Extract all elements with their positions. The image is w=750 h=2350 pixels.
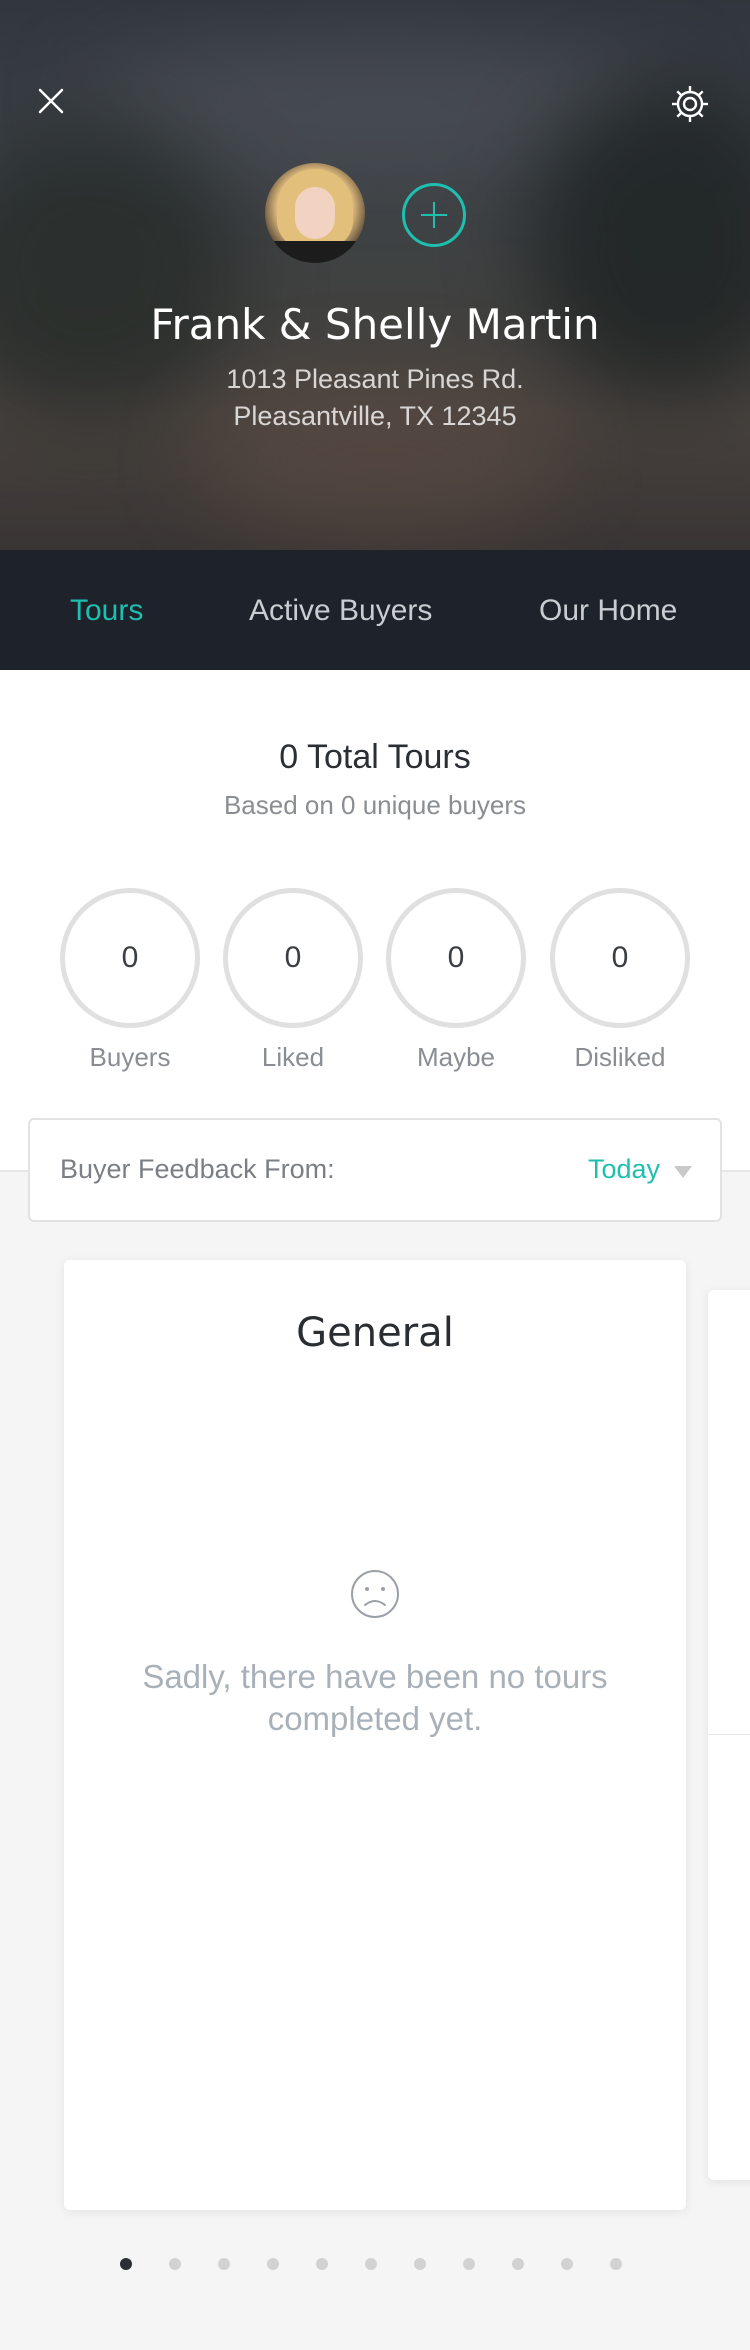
pagination-dot[interactable] [561, 2258, 573, 2270]
add-person-button[interactable] [402, 183, 466, 247]
total-tours-subtitle: Based on 0 unique buyers [223, 790, 527, 820]
stat-label: Maybe [416, 1042, 496, 1072]
pagination-dot[interactable] [120, 2258, 132, 2270]
pagination-dot[interactable] [610, 2258, 622, 2270]
card-divider [708, 1734, 750, 1735]
pagination-dot[interactable] [267, 2258, 279, 2270]
tab-active-buyers[interactable]: Active Buyers [249, 594, 432, 628]
stat-maybe: 0 Maybe [386, 888, 526, 1073]
chevron-down-icon[interactable] [674, 1166, 692, 1178]
filter-label: Buyer Feedback From: [60, 1154, 335, 1184]
pagination-dot[interactable] [365, 2258, 377, 2270]
stat-label: Liked [261, 1042, 325, 1072]
sad-face-icon [349, 1568, 401, 1620]
tab-our-home[interactable]: Our Home [539, 594, 677, 628]
owner-name: Frank & Shelly Martin [150, 300, 600, 349]
next-card[interactable] [708, 1290, 750, 2180]
empty-state-message: Sadly, there have been no tours complete… [142, 1658, 608, 1737]
avatar-shirt [265, 241, 365, 263]
address-line-1: 1013 Pleasant Pines Rd. [226, 364, 524, 394]
total-tours-title: 0 Total Tours [279, 738, 471, 776]
pagination-dot[interactable] [218, 2258, 230, 2270]
stat-value: 0 [550, 888, 690, 1028]
stat-value: 0 [386, 888, 526, 1028]
feedback-card[interactable]: General Sadly, there have been no tours … [64, 1260, 686, 2210]
pagination-dots [0, 2258, 750, 2278]
gear-icon[interactable] [670, 84, 710, 124]
filter-value[interactable]: Today [588, 1154, 660, 1185]
avatar-face [295, 187, 335, 239]
header-hero: Frank & Shelly Martin 1013 Pleasant Pine… [0, 0, 750, 550]
stat-label: Disliked [574, 1042, 666, 1072]
card-title: General [296, 1310, 454, 1356]
pagination-dot[interactable] [316, 2258, 328, 2270]
close-icon[interactable] [34, 84, 68, 118]
stat-disliked: 0 Disliked [550, 888, 690, 1073]
feedback-range-select[interactable]: Buyer Feedback From: Today [28, 1118, 722, 1222]
stat-buyers: 0 Buyers [60, 888, 200, 1073]
stat-value: 0 [223, 888, 363, 1028]
stat-label: Buyers [89, 1042, 171, 1072]
pagination-dot[interactable] [463, 2258, 475, 2270]
avatar[interactable] [265, 163, 365, 263]
tab-tours[interactable]: Tours [70, 594, 143, 628]
stat-value: 0 [60, 888, 200, 1028]
tour-summary: 0 Total Tours Based on 0 unique buyers 0… [0, 670, 750, 1170]
pagination-dot[interactable] [169, 2258, 181, 2270]
stat-liked: 0 Liked [223, 888, 363, 1073]
background-shade [0, 0, 750, 550]
address-line-2: Pleasantville, TX 12345 [233, 401, 517, 431]
pagination-dot[interactable] [414, 2258, 426, 2270]
tab-bar: Tours Active Buyers Our Home [0, 550, 750, 670]
pagination-dot[interactable] [512, 2258, 524, 2270]
